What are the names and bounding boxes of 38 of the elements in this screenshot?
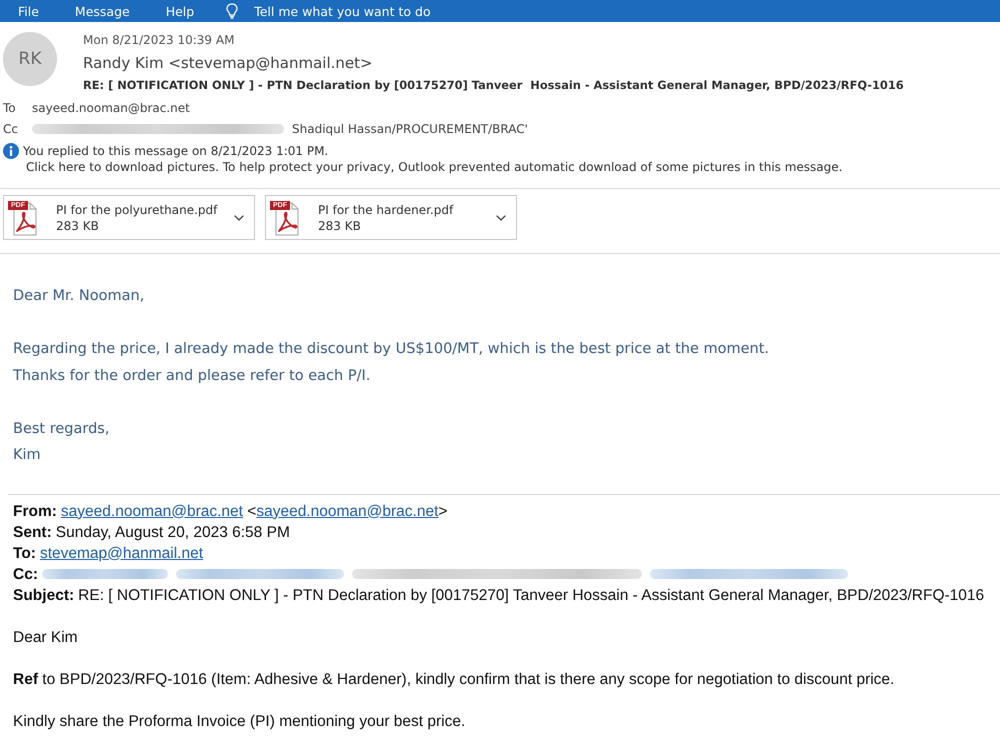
email-link[interactable]: stevemap@hanmail.net: [40, 544, 204, 562]
avatar: RK: [3, 32, 57, 86]
body-text: Dear Kim: [13, 628, 78, 646]
menu-tab[interactable]: Help: [148, 0, 212, 22]
info-text: Click here to download pictures. To help protect your privacy, Outlook prevented automatic download of some pictures in this message.: [25, 159, 842, 175]
chevron-down-icon[interactable]: [496, 214, 506, 220]
recipient-label: Cc: [3, 122, 19, 136]
body-text: Ref to BPD/2023/RFQ-1016 (Item: Adhesive & Hardener), kindly confirm that is there any scope for negotiation to discount price.: [13, 670, 894, 688]
message-date: Mon 8/21/2023 10:39 AM: [83, 32, 236, 48]
header-line: Sent: Sunday, August 20, 2023 6:58 PM: [13, 522, 290, 542]
body-text: Dear Mr. Nooman,: [13, 287, 146, 306]
attachment-size: 283 KB: [318, 218, 362, 234]
recipient-address: sayeed.nooman@brac.net: [32, 100, 190, 114]
menu-tab[interactable]: Message: [56, 0, 148, 22]
body-text: Best regards,: [13, 420, 110, 438]
tell-me-search[interactable]: Tell me what you want to do: [226, 0, 431, 22]
message-subject: RE: [ NOTIFICATION ONLY ] - PTN Declaration by [00175270] Tanveer Hossain - Assistant General Manager, BPD/2023/RFQ-1016: [83, 77, 904, 93]
header-line: Subject: RE: [ NOTIFICATION ONLY ] - PTN Declaration by [00175270] Tanveer Hossain - Assistant General Manager, BPD/2023/RFQ-1016: [13, 586, 984, 606]
menu-tab[interactable]: File: [0, 0, 57, 22]
recipient-label: To: [3, 100, 17, 114]
header-line: From: sayeed.nooman@brac.net <sayeed.nooman@brac.net>: [13, 502, 448, 522]
body-text: Regarding the price, I already made the discount by US$100/MT, which is the best price at the moment.: [13, 340, 770, 359]
chevron-down-icon[interactable]: [234, 214, 244, 220]
sender-name: Randy Kim <stevemap@hanmail.net>: [83, 53, 374, 74]
field-label: Cc:: [13, 564, 38, 584]
header-line: To: stevemap@hanmail.net: [13, 544, 204, 564]
body-text: Kim: [13, 446, 42, 465]
attachment-name: PI for the polyurethane.pdf: [56, 202, 219, 218]
lightbulb-icon: [226, 3, 238, 19]
body-text: Kindly share the Proforma Invoice (PI) mentioning your best price.: [13, 712, 466, 730]
body-text: Thanks for the order and please refer to each P/I.: [13, 366, 372, 386]
recipient-address: Shadiqul Hassan/PROCUREMENT/BRAC': [292, 122, 528, 136]
info-text: You replied to this message on 8/21/2023 1:01 PM.: [23, 143, 330, 159]
attachment-size: 283 KB: [56, 218, 100, 234]
info-icon: [3, 143, 19, 159]
email-link[interactable]: sayeed.nooman@brac.net: [60, 502, 243, 520]
attachment-name: PI for the hardener.pdf: [318, 202, 454, 218]
email-link[interactable]: sayeed.nooman@brac.net: [256, 502, 438, 520]
